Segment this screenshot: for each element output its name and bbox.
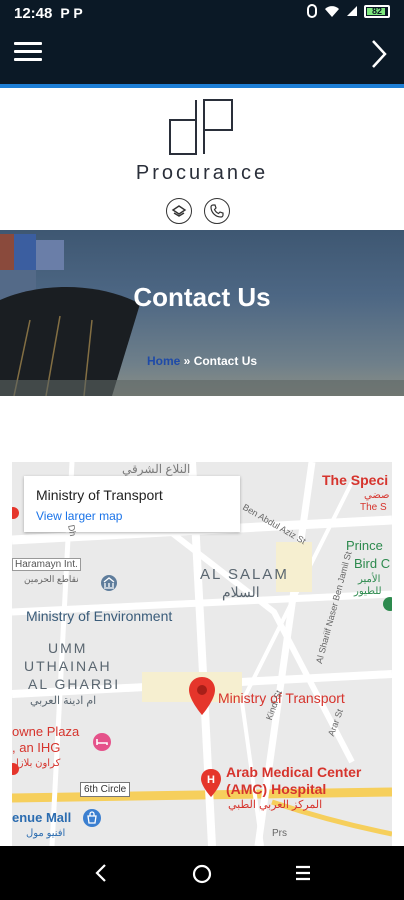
red-place-icon — [12, 507, 19, 519]
signal-icon — [347, 6, 357, 16]
map-poi-label: enue Mall — [12, 810, 72, 825]
map-info-card: Ministry of Transport View larger map — [24, 476, 240, 532]
map-poi-label: Bird C — [354, 556, 391, 571]
green-place-icon — [383, 597, 392, 611]
map-poi-label: Prince — [346, 538, 383, 553]
view-larger-map-link[interactable]: View larger map — [36, 509, 122, 523]
breadcrumb: Home » Contact Us — [0, 354, 404, 368]
red-place-icon — [12, 763, 19, 775]
hero-banner: Contact Us Home » Contact Us — [0, 230, 404, 396]
map-street-label: Prs — [272, 828, 287, 839]
quote-button[interactable] — [166, 198, 192, 224]
hospital-icon: H — [201, 769, 221, 797]
breadcrumb-separator: » — [183, 354, 191, 368]
quote-hand-icon — [171, 205, 187, 217]
system-navigation-bar — [0, 846, 404, 900]
map-poi-label: Arab Medical Center — [226, 764, 362, 780]
map-poi-label: The S — [360, 502, 387, 513]
hamburger-menu-icon[interactable] — [14, 42, 42, 64]
map-district-label: السلام — [222, 584, 260, 600]
map-district-label: AL GHARBI — [28, 676, 121, 692]
recents-icon[interactable] — [294, 864, 312, 882]
map-poi-label: افنيو مول — [26, 828, 66, 839]
map-label: النلاع الشرقي — [122, 462, 191, 476]
map-road-label: 6th Circle — [80, 782, 131, 797]
notification-icons: P P — [60, 5, 83, 21]
shopping-icon — [83, 809, 101, 827]
google-map[interactable]: Ministry of Transport View larger map ال… — [12, 462, 392, 846]
wifi-icon — [325, 5, 339, 17]
map-poi-label: المركز العربي الطبي — [228, 799, 323, 811]
map-district-label: AL SALAM — [200, 566, 289, 583]
brand-logo — [169, 99, 233, 155]
back-icon[interactable] — [92, 863, 110, 883]
map-street-label: Dh — [66, 524, 78, 538]
map-poi-label: كراون بلازا — [16, 758, 61, 769]
map-district-label: UTHAINAH — [24, 658, 112, 674]
map-district-label: UMM — [48, 640, 88, 656]
map-poi-label: owne Plaza — [12, 724, 80, 739]
government-place-icon — [101, 575, 117, 591]
app-bar — [0, 26, 404, 84]
map-poi-label: , an IHG — [12, 740, 61, 755]
map-poi-label: الأمير — [358, 574, 381, 585]
map-landmark-label: نقاطع الحرمين — [24, 574, 79, 584]
battery-level: 82 — [371, 5, 382, 16]
breadcrumb-home-link[interactable]: Home — [147, 354, 180, 368]
map-poi-label: صضي — [364, 490, 390, 501]
call-button[interactable] — [204, 198, 230, 224]
status-bar: 12:48 P P 82 — [0, 0, 404, 26]
status-time: 12:48 — [14, 4, 53, 22]
ship-image — [0, 234, 404, 396]
map-district-label: ام ادينة العربي — [30, 695, 97, 707]
phone-icon — [210, 204, 224, 218]
page-title: Contact Us — [133, 282, 271, 312]
brand-name: Procurance — [135, 162, 269, 184]
map-poi-label: Ministry of Environment — [26, 608, 173, 624]
home-icon[interactable] — [191, 863, 213, 885]
map-landmark-label: Haramayn Int. — [12, 558, 81, 571]
map-poi-label: The Speci — [322, 472, 389, 488]
vibrate-icon — [307, 4, 317, 18]
map-poi-label: (AMC) Hospital — [226, 781, 327, 797]
hotel-icon — [93, 733, 111, 751]
breadcrumb-current: Contact Us — [193, 354, 258, 368]
map-card-title: Ministry of Transport — [36, 487, 163, 503]
location-pin-icon[interactable] — [188, 676, 216, 716]
brand-header: Procurance — [0, 88, 404, 230]
map-poi-label: للطيور — [354, 586, 382, 597]
svg-text:H: H — [207, 774, 215, 786]
chevron-right-icon[interactable] — [368, 38, 390, 70]
battery-icon: 82 — [364, 4, 390, 18]
